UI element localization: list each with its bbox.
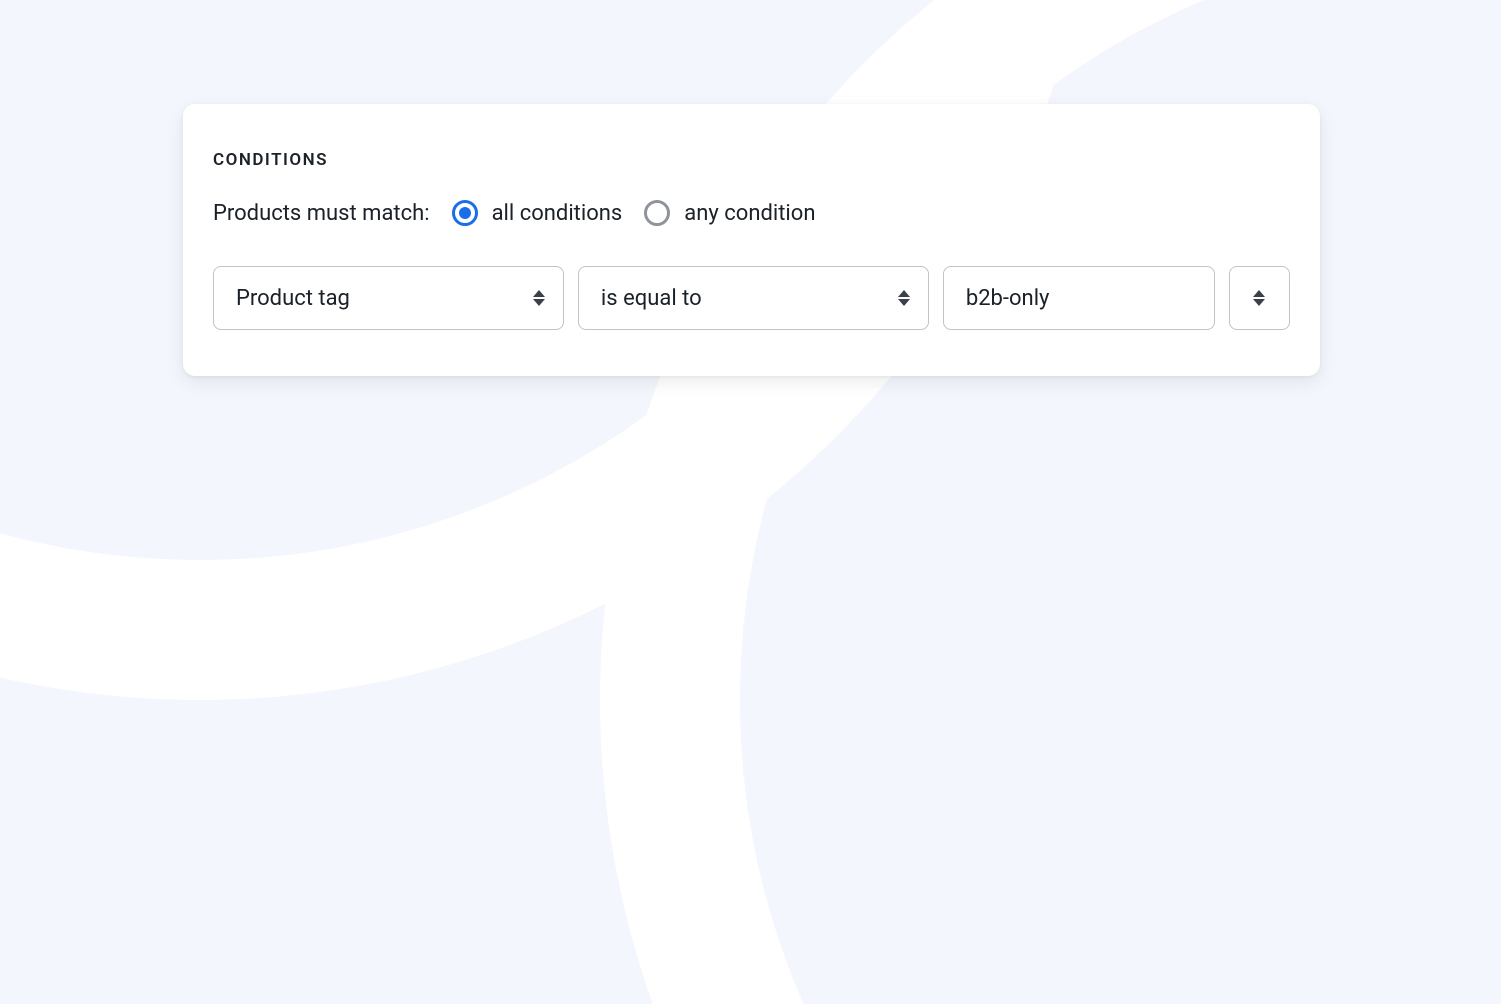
condition-rule-row: Product tag is equal to b2b-only	[213, 266, 1290, 330]
radio-option-any[interactable]: any condition	[644, 200, 815, 226]
condition-actions-select[interactable]	[1229, 266, 1290, 330]
select-chevrons-icon	[533, 290, 545, 306]
condition-field-select[interactable]: Product tag	[213, 266, 564, 330]
radio-option-all[interactable]: all conditions	[452, 200, 623, 226]
condition-value-input[interactable]: b2b-only	[943, 266, 1215, 330]
condition-field-value: Product tag	[236, 286, 350, 311]
radio-selected-icon	[452, 200, 478, 226]
section-title: CONDITIONS	[213, 150, 1290, 170]
select-chevrons-icon	[1253, 290, 1265, 306]
condition-operator-select[interactable]: is equal to	[578, 266, 929, 330]
match-row: Products must match: all conditions any …	[213, 200, 1290, 226]
conditions-card: CONDITIONS Products must match: all cond…	[183, 104, 1320, 376]
radio-label-all: all conditions	[492, 201, 623, 226]
match-label: Products must match:	[213, 201, 430, 226]
condition-value-text: b2b-only	[966, 286, 1050, 311]
select-chevrons-icon	[898, 290, 910, 306]
condition-operator-value: is equal to	[601, 286, 702, 311]
radio-unselected-icon	[644, 200, 670, 226]
radio-label-any: any condition	[684, 201, 815, 226]
